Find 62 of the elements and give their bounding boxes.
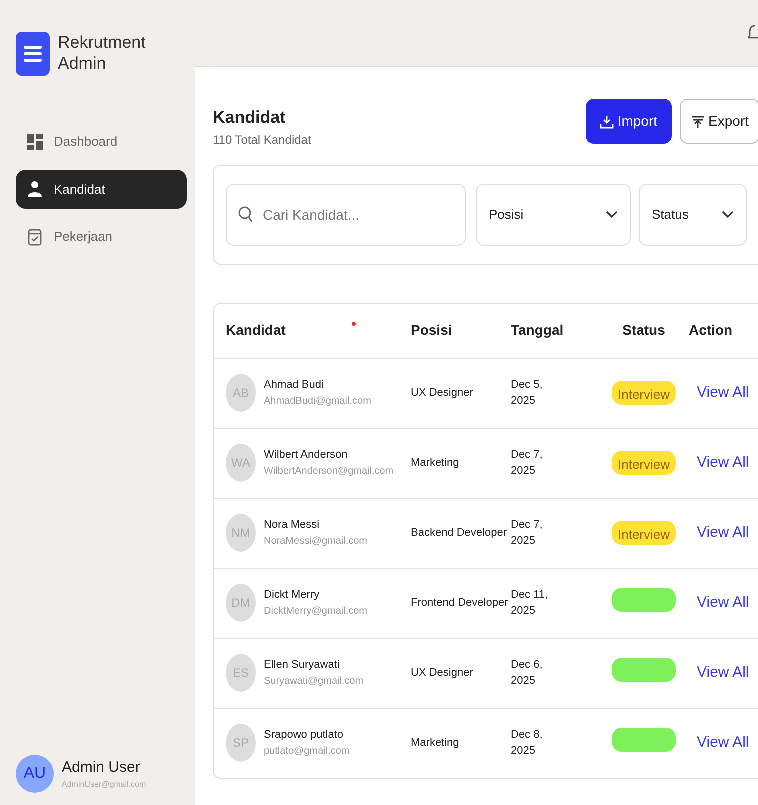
position-text: Marketing: [411, 736, 460, 751]
date-text: Dec 7, 2025: [511, 518, 544, 549]
brand-title: Rekrutment Admin: [58, 32, 147, 74]
export-button[interactable]: Export: [680, 99, 758, 144]
page-title: Kandidat: [213, 107, 287, 129]
column-header: Status: [622, 322, 666, 338]
candidate-name: Nora Messi: [264, 518, 321, 534]
candidate-email: DicktMerry@gmail.com: [264, 604, 368, 619]
view-all-link[interactable]: View All: [697, 594, 750, 611]
date-text: Dec 7, 2025: [511, 448, 544, 479]
view-all-link[interactable]: View All: [697, 664, 750, 681]
sidebar-item[interactable]: Kandidat: [16, 170, 187, 209]
status-badge: Interview: [612, 521, 676, 545]
sidebar-item[interactable]: Dashboard: [16, 122, 187, 162]
clipboard-icon: [26, 228, 44, 246]
import-button[interactable]: Import: [586, 99, 672, 144]
user-name: Admin User: [62, 758, 142, 778]
column-header: Tanggal: [511, 322, 564, 338]
filter-dropdown[interactable]: Posisi: [476, 184, 631, 246]
logo-icon: [16, 32, 50, 76]
search-icon: [238, 206, 254, 224]
position-text: Frontend Developer: [411, 596, 510, 611]
sidebar-item[interactable]: Pekerjaan: [16, 217, 187, 256]
page-subtitle: 110 Total Kandidat: [213, 132, 312, 148]
column-header: Posisi: [411, 322, 452, 338]
view-all-link[interactable]: View All: [697, 524, 750, 541]
candidate-email: WilbertAnderson@gmail.com: [264, 464, 394, 479]
candidate-name: Srapowo putlato: [264, 728, 344, 744]
candidate-email: Suryawati@gmail.com: [264, 674, 364, 689]
candidate-email: putlato@gmail.com: [264, 744, 350, 759]
candidate-name: Ellen Suryawati: [264, 658, 341, 674]
date-text: Dec 11, 2025: [511, 588, 550, 619]
candidate-name: Ahmad Budi: [264, 378, 325, 394]
status-badge: Interview: [612, 381, 676, 405]
candidate-email: AhmadBudi@gmail.com: [264, 394, 372, 409]
user-avatar: AU: [16, 755, 54, 793]
view-all-link[interactable]: View All: [697, 734, 750, 751]
view-all-link[interactable]: View All: [697, 384, 750, 401]
search-field[interactable]: Cari Kandidat...: [226, 184, 466, 246]
user-email: AdminUser@gmail.com: [62, 779, 146, 792]
status-badge: Interview: [612, 451, 676, 475]
date-text: Dec 8, 2025: [511, 728, 544, 759]
column-header: Action: [689, 322, 733, 338]
position-text: UX Designer: [411, 386, 474, 401]
position-text: Marketing: [411, 456, 460, 471]
indicator-dot: [352, 322, 356, 326]
candidate-email: NoraMessi@gmail.com: [264, 534, 368, 549]
position-text: Backend Developer: [411, 526, 508, 541]
candidate-name: Dickt Merry: [264, 588, 321, 604]
download-icon: [600, 114, 614, 128]
column-header: Kandidat: [226, 321, 286, 340]
date-text: Dec 5, 2025: [511, 378, 544, 409]
filter-dropdown[interactable]: Status: [639, 184, 747, 246]
chevron-down-icon: [722, 210, 734, 218]
grid-icon: [26, 132, 44, 151]
upload-icon: [690, 114, 705, 128]
user-icon: [26, 180, 44, 198]
chevron-down-icon: [606, 210, 618, 218]
view-all-link[interactable]: View All: [697, 454, 750, 471]
candidate-name: Wilbert Anderson: [264, 448, 349, 464]
position-text: UX Designer: [411, 666, 474, 681]
date-text: Dec 6, 2025: [511, 658, 544, 689]
